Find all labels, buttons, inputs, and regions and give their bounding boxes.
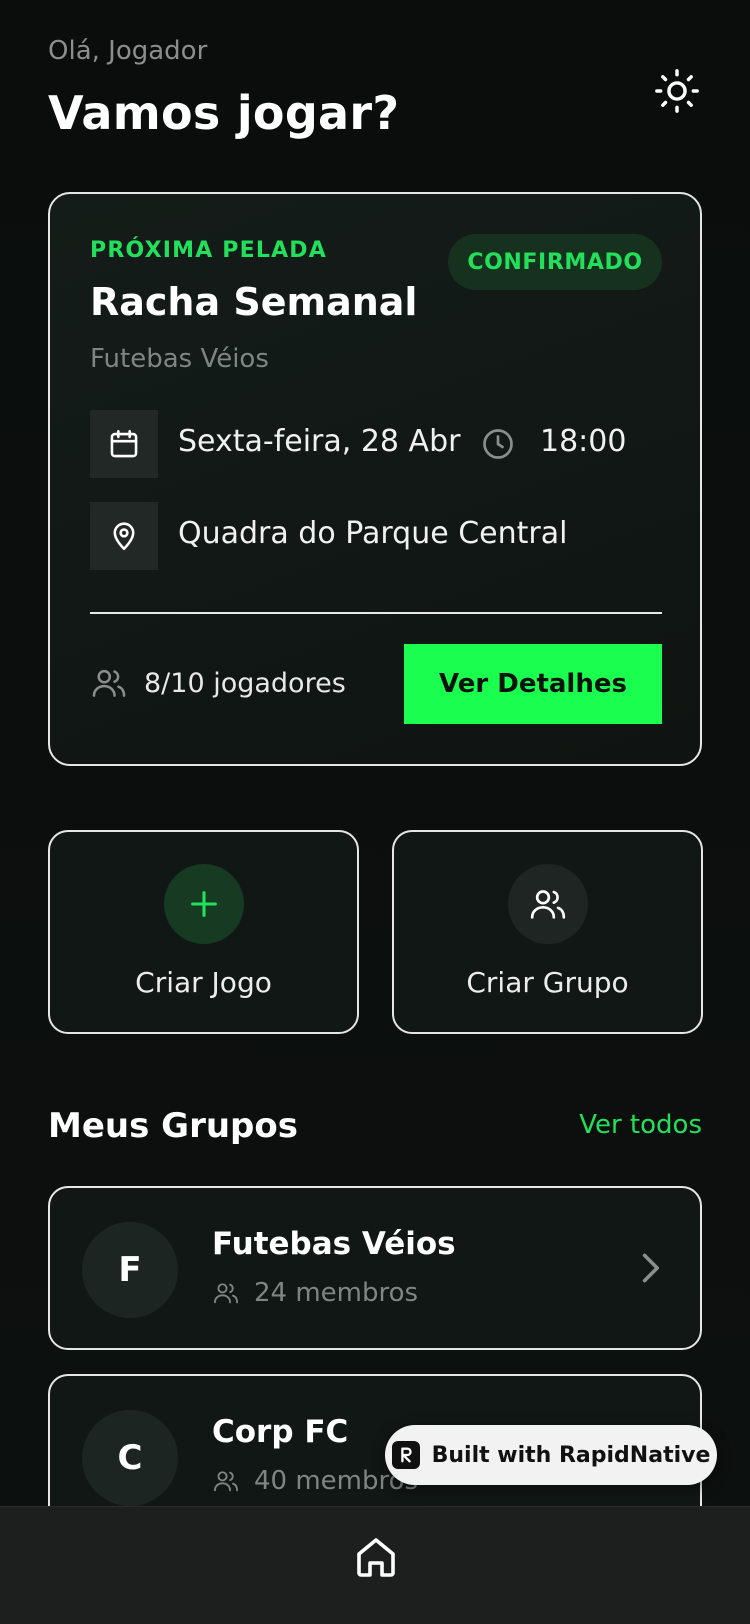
see-all-link[interactable]: Ver todos — [579, 1110, 702, 1140]
group-avatar: C — [82, 1410, 178, 1506]
group-members: 24 membros — [212, 1278, 418, 1308]
users-icon — [213, 1471, 239, 1492]
game-title: Racha Semanal — [90, 280, 418, 324]
chevron-right-icon — [642, 1253, 659, 1283]
greeting-text: Olá, Jogador — [48, 36, 208, 66]
game-date: Sexta-feira, 28 Abr — [178, 424, 461, 459]
users-icon — [530, 890, 566, 919]
group-name: Futebas Véios — [212, 1226, 456, 1262]
next-game-eyebrow: PRÓXIMA PELADA — [90, 238, 327, 263]
game-time: 18:00 — [540, 424, 627, 459]
rapidnative-logo-icon — [391, 1441, 420, 1469]
groups-section-title: Meus Grupos — [48, 1106, 298, 1146]
group-members-label: 24 membros — [254, 1278, 419, 1308]
create-game-tile[interactable]: Criar Jogo — [48, 830, 359, 1034]
calendar-icon — [110, 429, 138, 458]
home-icon[interactable] — [352, 1533, 400, 1581]
group-members: 40 membros — [212, 1466, 418, 1496]
plus-icon — [191, 891, 217, 917]
create-group-label: Criar Grupo — [466, 966, 629, 999]
create-game-label: Criar Jogo — [135, 966, 272, 999]
players-count: 8/10 jogadores — [90, 664, 346, 702]
group-avatar: F — [82, 1222, 178, 1318]
bottom-tab-bar — [0, 1506, 750, 1624]
sun-icon — [655, 69, 699, 113]
game-group-name: Futebas Véios — [90, 344, 269, 374]
built-with-badge[interactable]: Built with RapidNative — [385, 1425, 717, 1485]
built-with-label: Built with RapidNative — [431, 1442, 711, 1468]
map-pin-icon — [113, 522, 135, 551]
page-title: Vamos jogar? — [48, 86, 400, 140]
group-name: Corp FC — [212, 1414, 349, 1450]
calendar-icon-box — [90, 410, 158, 478]
home-screen: Olá, Jogador Vamos jogar? PRÓXIMA PELADA… — [0, 0, 750, 1624]
location-icon-box — [90, 502, 158, 570]
theme-toggle-button[interactable] — [650, 64, 704, 118]
create-group-icon-circle — [508, 864, 588, 944]
game-location: Quadra do Parque Central — [178, 516, 568, 551]
card-divider — [90, 612, 662, 614]
users-icon — [92, 669, 126, 697]
group-card[interactable]: F Futebas Véios 24 membros — [48, 1186, 702, 1350]
status-badge: CONFIRMADO — [448, 234, 662, 290]
view-details-button[interactable]: Ver Detalhes — [404, 644, 662, 724]
players-count-label: 8/10 jogadores — [144, 667, 346, 699]
users-icon — [213, 1283, 239, 1304]
next-game-card[interactable]: PRÓXIMA PELADA CONFIRMADO Racha Semanal … — [48, 192, 702, 766]
create-group-tile[interactable]: Criar Grupo — [392, 830, 703, 1034]
create-game-icon-circle — [164, 864, 244, 944]
clock-icon — [483, 429, 513, 459]
